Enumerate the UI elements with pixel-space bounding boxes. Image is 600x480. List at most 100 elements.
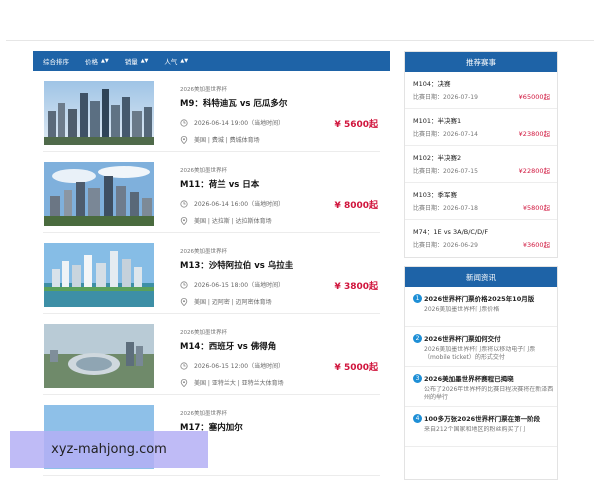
news-number-badge: 2 <box>413 334 422 343</box>
recommend-name[interactable]: M102：半决赛2 <box>413 152 461 162</box>
date-value: 2026-07-18 <box>443 205 478 212</box>
news-summary: 2026美加墨世界杯门票价格 <box>424 306 500 313</box>
news-title: 新闻资讯 <box>405 267 557 287</box>
match-item[interactable]: 2026美加墨世界杯 M11：荷兰 vs 日本 2026-06-14 16:00… <box>43 152 380 233</box>
match-time-text: 2026-06-14 16:00（当地时间） <box>194 201 285 208</box>
match-price: ¥ 5600起 <box>334 120 378 130</box>
sort-popularity[interactable]: 人气 ▲▼ <box>164 56 188 66</box>
stadium-aerial-image[interactable] <box>44 324 154 388</box>
watermark-text: xyz-mahjong.com <box>51 442 167 457</box>
sort-label: 销量 <box>124 58 138 66</box>
news-item[interactable]: 4 100多万张2026世界杯门票在第一阶段 来自212个国家和地区的粉丝购买了… <box>405 407 557 447</box>
match-item[interactable]: 2026美加墨世界杯 M9：科特迪瓦 vs 厄瓜多尔 2026-06-14 19… <box>43 71 380 152</box>
news-summary: 来自212个国家和地区的粉丝购买了门 <box>424 426 526 433</box>
league-label: 2026美加墨世界杯 <box>180 249 227 255</box>
match-item[interactable]: 2026美加墨世界杯 M13：沙特阿拉伯 vs 乌拉圭 2026-06-15 1… <box>43 233 380 314</box>
location-pin-icon <box>180 216 188 225</box>
league-label: 2026美加墨世界杯 <box>180 330 227 336</box>
recommend-title: 推荐赛事 <box>405 52 557 72</box>
recommend-price: ¥23800起 <box>518 130 550 138</box>
recommend-date: 比赛日期：2026-07-15 <box>413 166 478 175</box>
date-value: 2026-07-14 <box>443 131 478 138</box>
recommend-date: 比赛日期：2026-07-18 <box>413 203 478 212</box>
match-title[interactable]: M13：沙特阿拉伯 vs 乌拉圭 <box>180 259 293 271</box>
news-item[interactable]: 3 2026美加墨世界杯赛程已揭晓 公布了2026年世界杯的比赛日程决赛将在新泽… <box>405 367 557 407</box>
recommend-price: ¥3600起 <box>522 241 550 249</box>
recommend-item[interactable]: M74：1E vs 3A/B/C/D/F 比赛日期：2026-06-29 ¥36… <box>405 220 557 257</box>
match-time: 2026-06-15 18:00（当地时间） <box>180 280 284 289</box>
match-venue: 美国 | 迈阿密 | 迈阿密体育场 <box>180 297 272 306</box>
match-title[interactable]: M11：荷兰 vs 日本 <box>180 178 259 190</box>
recommend-name[interactable]: M74：1E vs 3A/B/C/D/F <box>413 226 488 236</box>
news-headline[interactable]: 2026世界杯门票如何交付 <box>424 333 501 343</box>
match-title[interactable]: M14：西班牙 vs 佛得角 <box>180 340 276 352</box>
news-item[interactable]: 1 2026世界杯门票价格2025年10月版 2026美加墨世界杯门票价格 <box>405 287 557 327</box>
sort-arrows-icon: ▲▼ <box>140 57 149 64</box>
recommend-item[interactable]: M101：半决赛1 比赛日期：2026-07-14 ¥23800起 <box>405 109 557 146</box>
match-venue-text: 美国 | 达拉斯 | 达拉斯体育场 <box>194 218 272 225</box>
news-headline[interactable]: 2026美加墨世界杯赛程已揭晓 <box>424 373 514 383</box>
recommend-item[interactable]: M104：决赛 比赛日期：2026-07-19 ¥65000起 <box>405 72 557 109</box>
match-price: ¥ 8000起 <box>334 201 378 211</box>
watermark-banner: xyz-mahjong.com <box>10 431 208 468</box>
news-item[interactable]: 2 2026世界杯门票如何交付 2026美加墨世界杯门票将以移动电子门票（mob… <box>405 327 557 367</box>
clock-icon <box>180 118 188 127</box>
recommend-price: ¥65000起 <box>518 93 550 101</box>
date-prefix: 比赛日期： <box>413 131 444 138</box>
city-skyline-image[interactable] <box>44 81 154 145</box>
match-venue: 美国 | 达拉斯 | 达拉斯体育场 <box>180 216 272 225</box>
match-venue-text: 美国 | 费城 | 费城体育场 <box>194 137 260 144</box>
recommend-panel: 推荐赛事 M104：决赛 比赛日期：2026-07-19 ¥65000起 M10… <box>404 51 558 258</box>
match-time: 2026-06-15 12:00（当地时间） <box>180 361 284 370</box>
recommend-name[interactable]: M103：季军赛 <box>413 189 457 199</box>
recommend-price: ¥22800起 <box>518 167 550 175</box>
date-value: 2026-07-15 <box>443 168 478 175</box>
news-headline[interactable]: 2026世界杯门票价格2025年10月版 <box>424 293 534 303</box>
clock-icon <box>180 280 188 289</box>
date-value: 2026-06-29 <box>443 242 478 249</box>
recommend-item[interactable]: M102：半决赛2 比赛日期：2026-07-15 ¥22800起 <box>405 146 557 183</box>
clock-icon <box>180 361 188 370</box>
sort-price[interactable]: 价格 ▲▼ <box>85 56 109 66</box>
sort-bar: 综合排序 价格 ▲▼ 销量 ▲▼ 人气 ▲▼ <box>33 51 390 71</box>
top-divider <box>6 40 594 41</box>
recommend-date: 比赛日期：2026-07-19 <box>413 92 478 101</box>
recommend-item[interactable]: M103：季军赛 比赛日期：2026-07-18 ¥5800起 <box>405 183 557 220</box>
match-time-text: 2026-06-14 19:00（当地时间） <box>194 120 285 127</box>
sort-default[interactable]: 综合排序 <box>43 56 69 66</box>
date-prefix: 比赛日期： <box>413 205 444 212</box>
recommend-name[interactable]: M104：决赛 <box>413 78 451 88</box>
recommend-date: 比赛日期：2026-07-14 <box>413 129 478 138</box>
date-prefix: 比赛日期： <box>413 242 444 249</box>
clock-icon <box>180 199 188 208</box>
match-venue: 美国 | 亚特兰大 | 亚特兰大体育场 <box>180 378 284 387</box>
news-summary: 公布了2026年世界杯的比赛日程决赛将在新泽西州的举行 <box>424 386 554 401</box>
league-label: 2026美加墨世界杯 <box>180 87 227 93</box>
match-venue-text: 美国 | 迈阿密 | 迈阿密体育场 <box>194 299 272 306</box>
match-time: 2026-06-14 19:00（当地时间） <box>180 118 284 127</box>
match-item[interactable]: 2026美加墨世界杯 M14：西班牙 vs 佛得角 2026-06-15 12:… <box>43 314 380 395</box>
match-time-text: 2026-06-15 12:00（当地时间） <box>194 363 285 370</box>
date-prefix: 比赛日期： <box>413 168 444 175</box>
sort-sales[interactable]: 销量 ▲▼ <box>125 56 149 66</box>
news-number-badge: 1 <box>413 294 422 303</box>
sort-label: 综合排序 <box>43 58 69 66</box>
location-pin-icon <box>180 297 188 306</box>
recommend-name[interactable]: M101：半决赛1 <box>413 115 461 125</box>
news-panel: 新闻资讯 1 2026世界杯门票价格2025年10月版 2026美加墨世界杯门票… <box>404 266 558 480</box>
date-prefix: 比赛日期： <box>413 94 444 101</box>
location-pin-icon <box>180 378 188 387</box>
sort-arrows-icon: ▲▼ <box>180 57 189 64</box>
news-headline[interactable]: 100多万张2026世界杯门票在第一阶段 <box>424 413 540 423</box>
match-time: 2026-06-14 16:00（当地时间） <box>180 199 284 208</box>
sort-label: 价格 <box>85 58 98 66</box>
city-skyline-image[interactable] <box>44 162 154 226</box>
match-list-panel: 综合排序 价格 ▲▼ 销量 ▲▼ 人气 ▲▼ 2026美加墨世界杯 M9：科特迪… <box>33 51 390 480</box>
date-value: 2026-07-19 <box>443 94 478 101</box>
location-pin-icon <box>180 135 188 144</box>
league-label: 2026美加墨世界杯 <box>180 168 227 174</box>
match-title[interactable]: M9：科特迪瓦 vs 厄瓜多尔 <box>180 97 287 109</box>
news-number-badge: 3 <box>413 374 422 383</box>
league-label: 2026美加墨世界杯 <box>180 411 227 417</box>
city-skyline-image[interactable] <box>44 243 154 307</box>
